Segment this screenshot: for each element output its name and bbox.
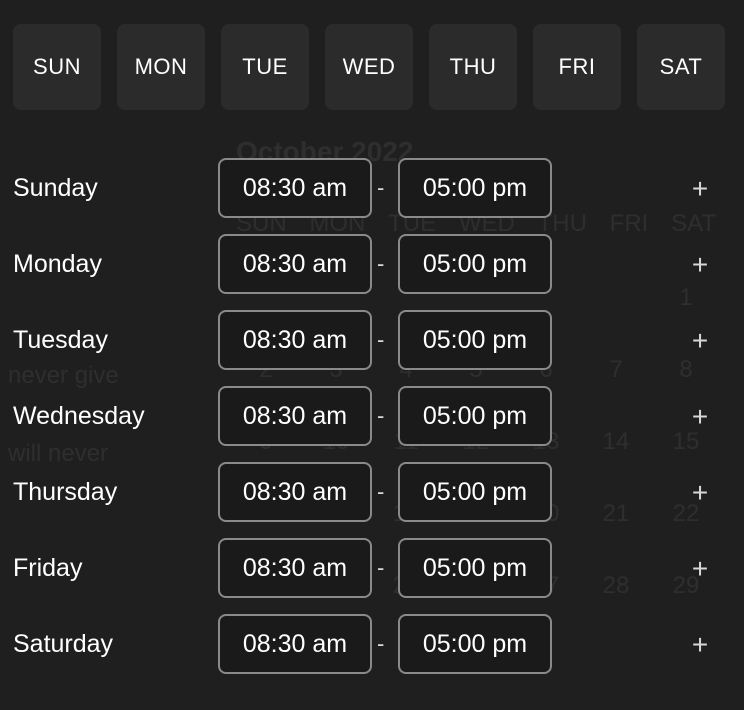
add-time-range-button[interactable]: + — [686, 614, 714, 674]
start-time-field[interactable]: 08:30 am — [218, 234, 372, 294]
schedule-row-friday: Friday 08:30 am - 05:00 pm + — [0, 538, 744, 598]
end-time-field[interactable]: 05:00 pm — [398, 234, 552, 294]
time-separator: - — [377, 175, 385, 200]
schedule-row-thursday: Thursday 08:30 am - 05:00 pm + — [0, 462, 744, 522]
add-time-range-button[interactable]: + — [686, 234, 714, 294]
day-button-mon[interactable]: MON — [117, 24, 205, 110]
schedule-row-saturday: Saturday 08:30 am - 05:00 pm + — [0, 614, 744, 674]
time-separator: - — [377, 631, 385, 656]
day-button-sun[interactable]: SUN — [13, 24, 101, 110]
day-button-tue[interactable]: TUE — [221, 24, 309, 110]
add-time-range-button[interactable]: + — [686, 158, 714, 218]
time-separator: - — [377, 479, 385, 504]
add-time-range-button[interactable]: + — [686, 538, 714, 598]
day-label: Thursday — [13, 478, 118, 506]
add-time-range-button[interactable]: + — [686, 386, 714, 446]
add-time-range-button[interactable]: + — [686, 462, 714, 522]
day-label: Friday — [13, 554, 83, 582]
day-label: Wednesday — [13, 402, 145, 430]
time-separator: - — [377, 327, 385, 352]
schedule-row-sunday: Sunday 08:30 am - 05:00 pm + — [0, 158, 744, 218]
time-separator: - — [377, 555, 385, 580]
start-time-field[interactable]: 08:30 am — [218, 538, 372, 598]
time-separator: - — [377, 251, 385, 276]
start-time-field[interactable]: 08:30 am — [218, 310, 372, 370]
day-label: Saturday — [13, 630, 114, 658]
day-button-wed[interactable]: WED — [325, 24, 413, 110]
day-selector: SUN MON TUE WED THU FRI SAT — [13, 24, 725, 110]
day-button-thu[interactable]: THU — [429, 24, 517, 110]
end-time-field[interactable]: 05:00 pm — [398, 538, 552, 598]
time-separator: - — [377, 403, 385, 428]
schedule-row-tuesday: Tuesday 08:30 am - 05:00 pm + — [0, 310, 744, 370]
add-time-range-button[interactable]: + — [686, 310, 714, 370]
end-time-field[interactable]: 05:00 pm — [398, 386, 552, 446]
day-label: Tuesday — [13, 326, 108, 354]
start-time-field[interactable]: 08:30 am — [218, 386, 372, 446]
day-button-sat[interactable]: SAT — [637, 24, 725, 110]
schedule-row-monday: Monday 08:30 am - 05:00 pm + — [0, 234, 744, 294]
day-label: Monday — [13, 250, 102, 278]
day-button-fri[interactable]: FRI — [533, 24, 621, 110]
start-time-field[interactable]: 08:30 am — [218, 462, 372, 522]
end-time-field[interactable]: 05:00 pm — [398, 462, 552, 522]
start-time-field[interactable]: 08:30 am — [218, 158, 372, 218]
end-time-field[interactable]: 05:00 pm — [398, 158, 552, 218]
end-time-field[interactable]: 05:00 pm — [398, 310, 552, 370]
schedule-row-wednesday: Wednesday 08:30 am - 05:00 pm + — [0, 386, 744, 446]
end-time-field[interactable]: 05:00 pm — [398, 614, 552, 674]
day-label: Sunday — [13, 174, 98, 202]
start-time-field[interactable]: 08:30 am — [218, 614, 372, 674]
